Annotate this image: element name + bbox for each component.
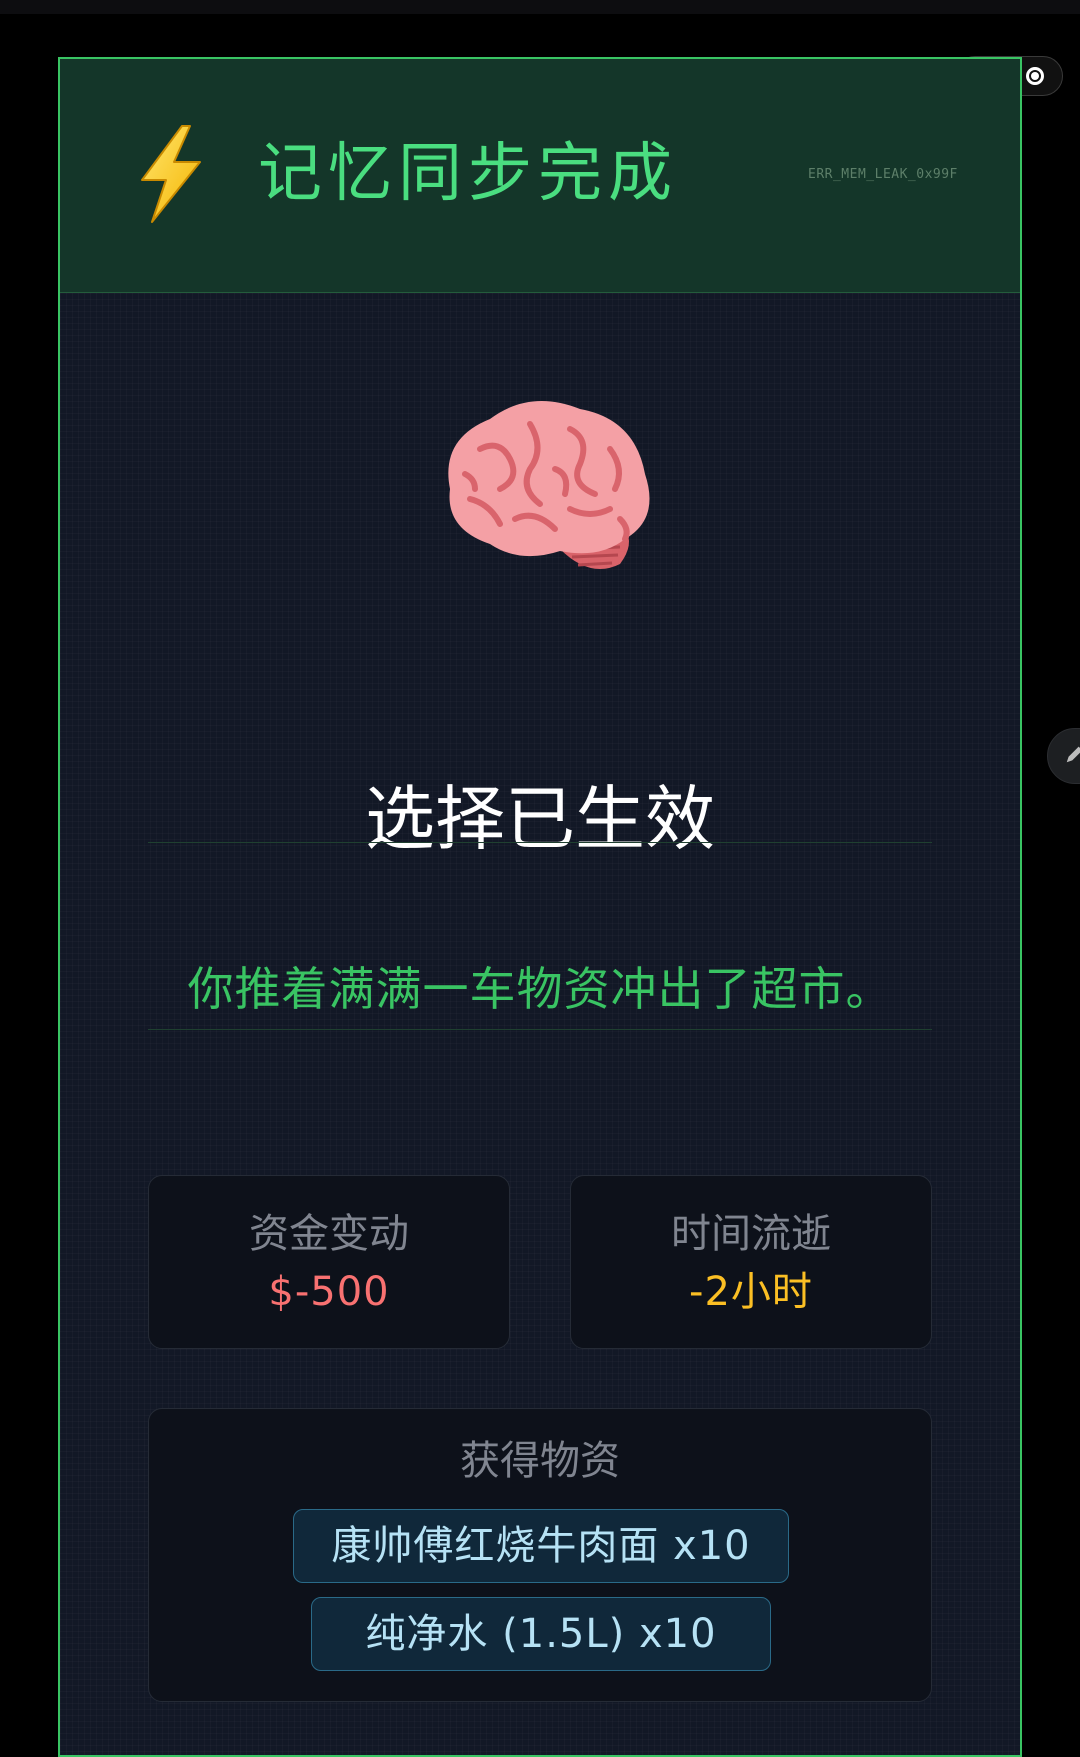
stat-money-change: 资金变动 $-500: [148, 1175, 510, 1349]
card-header: 记忆同步完成 ERR_MEM_LEAK_0x99F: [60, 59, 1020, 293]
header-title: 记忆同步完成: [258, 137, 678, 211]
result-heading: 选择已生效: [365, 778, 715, 860]
loot-item: 纯净水 (1.5L) x10: [311, 1597, 771, 1671]
brain-icon: [448, 401, 650, 569]
stat-value: -2小时: [689, 1269, 813, 1315]
edit-floating-button[interactable]: [1047, 728, 1080, 784]
loot-item: 康帅傅红烧牛肉面 x10: [293, 1509, 789, 1583]
stat-label: 资金变动: [249, 1211, 409, 1257]
stat-value: $-500: [268, 1269, 390, 1315]
result-message: 你推着满满一车物资冲出了超市。: [187, 962, 893, 1016]
stat-time-passed: 时间流逝 -2小时: [570, 1175, 932, 1349]
error-code-label: ERR_MEM_LEAK_0x99F: [808, 167, 958, 182]
divider-top: [148, 842, 932, 843]
result-card: 记忆同步完成 ERR_MEM_LEAK_0x99F 选择已生效 你推着满满一车物…: [58, 57, 1022, 1757]
loot-title: 获得物资: [460, 1438, 620, 1484]
lightning-bolt-icon: [141, 125, 201, 223]
divider-bottom: [148, 1029, 932, 1030]
loot-panel: 获得物资 康帅傅红烧牛肉面 x10 纯净水 (1.5L) x10: [148, 1408, 932, 1702]
top-status-bar: [0, 0, 1080, 14]
pencil-icon: [1066, 746, 1080, 763]
stat-label: 时间流逝: [671, 1211, 831, 1257]
